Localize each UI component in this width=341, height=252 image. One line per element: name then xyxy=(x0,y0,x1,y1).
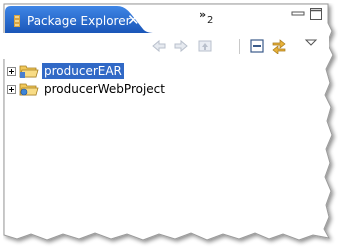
tab-package-explorer[interactable]: Package Explorer ✕ xyxy=(5,6,155,33)
maximize-icon[interactable] xyxy=(309,7,323,21)
tab-title: Package Explorer xyxy=(27,14,131,28)
expand-icon[interactable] xyxy=(7,85,16,94)
tree-item-producer-ear[interactable]: producerEAR xyxy=(7,63,307,80)
expand-icon[interactable] xyxy=(7,67,16,76)
tree-item-label: producerEAR xyxy=(42,63,124,79)
forward-icon[interactable] xyxy=(173,38,189,54)
view-toolbar xyxy=(3,33,329,59)
toolbar-separator xyxy=(239,39,240,54)
tree-item-producer-web-project[interactable]: producerWebProject xyxy=(7,81,307,98)
package-explorer-view: Package Explorer ✕ » 2 producerEAR produ… xyxy=(3,3,334,241)
up-icon[interactable] xyxy=(197,38,213,54)
overflow-chevron-icon[interactable]: » xyxy=(199,9,206,21)
ear-project-icon xyxy=(19,65,39,78)
minimize-icon[interactable] xyxy=(291,7,305,21)
view-tab-bar: Package Explorer ✕ » 2 xyxy=(3,3,329,33)
close-icon[interactable]: ✕ xyxy=(127,10,140,30)
web-project-icon xyxy=(19,83,39,96)
package-explorer-view-icon xyxy=(14,15,20,27)
back-icon[interactable] xyxy=(151,38,167,54)
view-menu-icon[interactable] xyxy=(303,35,319,51)
link-with-editor-icon[interactable] xyxy=(271,38,287,54)
tree-item-label: producerWebProject xyxy=(44,82,165,96)
collapse-all-icon[interactable] xyxy=(249,38,265,54)
overflow-count: 2 xyxy=(207,15,214,26)
